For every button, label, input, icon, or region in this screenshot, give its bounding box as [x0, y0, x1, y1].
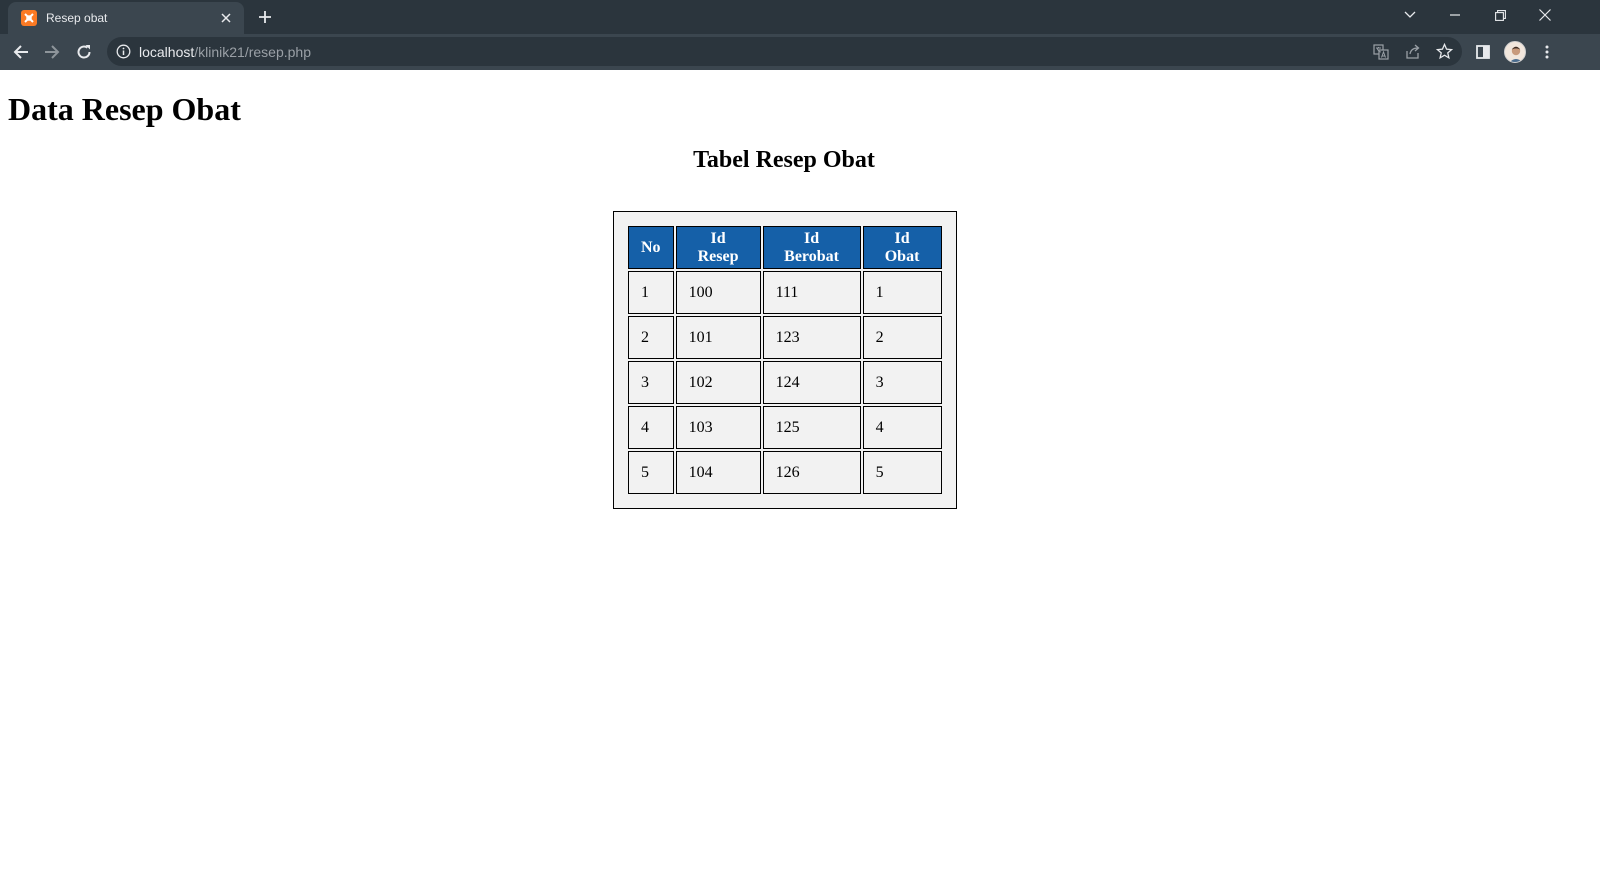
table-header-row: No Id Resep Id Berobat Id Obat	[628, 226, 942, 269]
minimize-icon[interactable]	[1442, 4, 1468, 26]
header-id-resep: Id Resep	[675, 226, 761, 269]
cell-id-resep: 101	[675, 316, 761, 359]
cell-id-berobat: 126	[762, 451, 861, 494]
translate-icon[interactable]	[1373, 44, 1389, 60]
header-id-obat: Id Obat	[862, 226, 942, 269]
address-bar[interactable]: localhost/klinik21/resep.php	[107, 37, 1462, 66]
page-content: Data Resep Obat Tabel Resep Obat No Id R…	[0, 70, 1600, 870]
table-row: 1 100 111 1	[628, 271, 942, 314]
tab-title: Resep obat	[46, 11, 108, 25]
back-icon[interactable]	[9, 40, 33, 64]
close-tab-icon[interactable]	[218, 10, 234, 26]
profile-avatar-icon[interactable]	[1503, 40, 1527, 64]
browser-tab[interactable]: Resep obat	[8, 2, 244, 34]
tab-search-chevron-icon[interactable]	[1397, 4, 1423, 26]
resep-table: No Id Resep Id Berobat Id Obat 1 100 111…	[613, 211, 957, 509]
cell-id-berobat: 124	[762, 361, 861, 404]
tab-strip: Resep obat	[0, 0, 1600, 34]
forward-icon[interactable]	[40, 40, 64, 64]
cell-no: 2	[628, 316, 674, 359]
menu-kebab-icon[interactable]	[1535, 40, 1559, 64]
cell-id-obat: 2	[862, 316, 942, 359]
restore-icon[interactable]	[1487, 4, 1513, 26]
cell-no: 4	[628, 406, 674, 449]
page-title: Data Resep Obat	[8, 91, 241, 127]
site-info-icon[interactable]	[116, 44, 131, 59]
url-text: localhost/klinik21/resep.php	[139, 44, 311, 60]
table-title: Tabel Resep Obat	[693, 147, 875, 173]
cell-id-resep: 100	[675, 271, 761, 314]
cell-id-berobat: 123	[762, 316, 861, 359]
bookmark-star-icon[interactable]	[1435, 42, 1454, 60]
share-icon[interactable]	[1405, 44, 1421, 60]
cell-id-obat: 1	[862, 271, 942, 314]
cell-id-obat: 5	[862, 451, 942, 494]
cell-id-berobat: 125	[762, 406, 861, 449]
url-path: /klinik21/resep.php	[194, 43, 312, 60]
reload-icon[interactable]	[72, 40, 96, 64]
cell-no: 3	[628, 361, 674, 404]
cell-id-resep: 102	[675, 361, 761, 404]
header-no: No	[628, 226, 674, 269]
new-tab-icon[interactable]	[255, 7, 275, 27]
url-host: localhost	[139, 43, 195, 60]
header-id-berobat: Id Berobat	[762, 226, 861, 269]
cell-no: 1	[628, 271, 674, 314]
browser-toolbar: localhost/klinik21/resep.php	[0, 34, 1600, 70]
xampp-favicon-icon	[21, 10, 37, 26]
cell-id-berobat: 111	[762, 271, 861, 314]
close-window-icon[interactable]	[1532, 4, 1558, 26]
table-row: 3 102 124 3	[628, 361, 942, 404]
cell-id-obat: 3	[862, 361, 942, 404]
table-row: 4 103 125 4	[628, 406, 942, 449]
table-row: 5 104 126 5	[628, 451, 942, 494]
side-panel-icon[interactable]	[1471, 40, 1495, 64]
cell-id-resep: 103	[675, 406, 761, 449]
cell-id-resep: 104	[675, 451, 761, 494]
cell-no: 5	[628, 451, 674, 494]
table-row: 2 101 123 2	[628, 316, 942, 359]
cell-id-obat: 4	[862, 406, 942, 449]
table-container: No Id Resep Id Berobat Id Obat 1 100 111…	[613, 211, 957, 509]
